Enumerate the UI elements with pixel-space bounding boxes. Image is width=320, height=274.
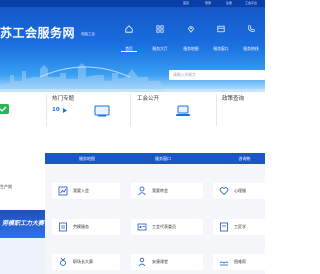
site-subtitle: 电脑工会 bbox=[81, 32, 95, 36]
banner-lower-area bbox=[0, 238, 45, 274]
nav-active-underline bbox=[121, 51, 137, 52]
side-item[interactable]: 生产岗 bbox=[0, 184, 12, 190]
service-craftsman[interactable]: 工匠学 bbox=[213, 219, 265, 235]
service-label: 劳模服务 bbox=[73, 224, 89, 229]
quick-access-row: 热门专题 10 工会公开 政策查询 bbox=[0, 92, 265, 134]
nav-label: 服务地图 bbox=[183, 46, 199, 51]
service-label: 我要转会 bbox=[152, 188, 168, 193]
nav-label: 服务大厅 bbox=[152, 46, 168, 51]
home-icon bbox=[125, 25, 133, 33]
service-transfer-union[interactable]: 我要转会 bbox=[131, 183, 203, 199]
union-disclosure-title[interactable]: 工会公开 bbox=[137, 96, 159, 103]
document-icon bbox=[220, 222, 228, 232]
topbar-link-home[interactable]: 首页 bbox=[183, 1, 189, 5]
site-title[interactable]: 苏工会服务网 bbox=[0, 26, 75, 40]
nav-service-map[interactable]: 服务地图 bbox=[177, 21, 205, 51]
hot-topics-count: 10 bbox=[52, 107, 60, 113]
grid-icon bbox=[156, 25, 164, 33]
monitor-icon bbox=[94, 105, 110, 117]
divider bbox=[130, 94, 131, 126]
chart-icon bbox=[58, 186, 68, 196]
policy-query-title[interactable]: 政策查询 bbox=[222, 96, 244, 103]
service-label: 困难帮 bbox=[234, 259, 246, 264]
arrow-right-icon bbox=[63, 108, 67, 113]
hot-topics-title[interactable]: 热门专题 bbox=[52, 96, 74, 103]
search-input[interactable]: 请输入关键字 bbox=[173, 72, 196, 78]
service-label: 心理服 bbox=[234, 188, 246, 193]
service-union-representatives[interactable]: 工会代表委员 bbox=[131, 219, 203, 235]
service-join-union[interactable]: 我要入会 bbox=[52, 183, 120, 199]
nav-service-window[interactable]: 服务窗口 bbox=[207, 21, 235, 51]
green-document-icon bbox=[0, 104, 9, 114]
hands-icon bbox=[219, 261, 229, 266]
top-utility-bar: 首页 登录 注册 工会平台 bbox=[0, 0, 265, 7]
nav-home[interactable]: 首页 bbox=[115, 21, 143, 52]
nav-service-hotline[interactable]: 服务热线 bbox=[237, 21, 265, 51]
topbar-link-register[interactable]: 注册 bbox=[226, 1, 232, 5]
document-icon bbox=[59, 222, 67, 232]
tab-service-map[interactable]: 服务地图 bbox=[64, 153, 110, 164]
service-mental-health[interactable]: 心理服 bbox=[213, 183, 265, 199]
topbar-link-login[interactable]: 登录 bbox=[205, 1, 211, 5]
medal-icon bbox=[60, 257, 66, 266]
divider bbox=[46, 94, 47, 126]
service-workplace-contest[interactable]: 职场长大赛 bbox=[52, 254, 120, 270]
service-hardship-aid[interactable]: 困难帮 bbox=[213, 254, 265, 270]
service-label: 职场长大赛 bbox=[73, 259, 93, 264]
nav-service-hall[interactable]: 服务大厅 bbox=[146, 21, 174, 51]
service-label: 我要入会 bbox=[73, 188, 89, 193]
people-icon bbox=[138, 186, 146, 196]
window-icon bbox=[217, 25, 225, 33]
header-hero: 苏工会服务网 电脑工会 首页 服务大厅 服务地图 服务窗口 服务热线 请输入关键… bbox=[0, 7, 265, 92]
service-model-worker[interactable]: 劳模服务 bbox=[52, 219, 120, 235]
topbar-link-platform[interactable]: 工会平台 bbox=[245, 1, 257, 5]
heart-icon bbox=[219, 187, 229, 196]
id-card-icon bbox=[137, 223, 147, 231]
tab-consult-hotline[interactable]: 咨询热 bbox=[224, 153, 265, 164]
phone-icon bbox=[247, 25, 255, 32]
banner-text: 劳模职工力大赛 bbox=[2, 220, 45, 227]
tab-service-hall[interactable] bbox=[0, 153, 45, 164]
nav-label: 服务热线 bbox=[243, 46, 259, 51]
service-tabs: 服务地图 服务窗口 咨询热 bbox=[0, 153, 265, 164]
service-safety-class[interactable]: 安康课堂 bbox=[131, 254, 203, 270]
divider bbox=[216, 94, 217, 126]
service-label: 工匠学 bbox=[234, 224, 246, 229]
service-label: 工会代表委员 bbox=[152, 224, 176, 229]
nav-label: 服务窗口 bbox=[213, 46, 229, 51]
search-box[interactable]: 请输入关键字 bbox=[169, 70, 265, 80]
person-icon bbox=[138, 257, 146, 267]
map-pin-icon bbox=[188, 26, 194, 33]
service-label: 安康课堂 bbox=[152, 259, 168, 264]
contest-banner[interactable]: 劳模职工力大赛 bbox=[0, 210, 45, 238]
tab-service-window[interactable]: 服务窗口 bbox=[140, 153, 186, 164]
laptop-icon bbox=[176, 105, 190, 116]
